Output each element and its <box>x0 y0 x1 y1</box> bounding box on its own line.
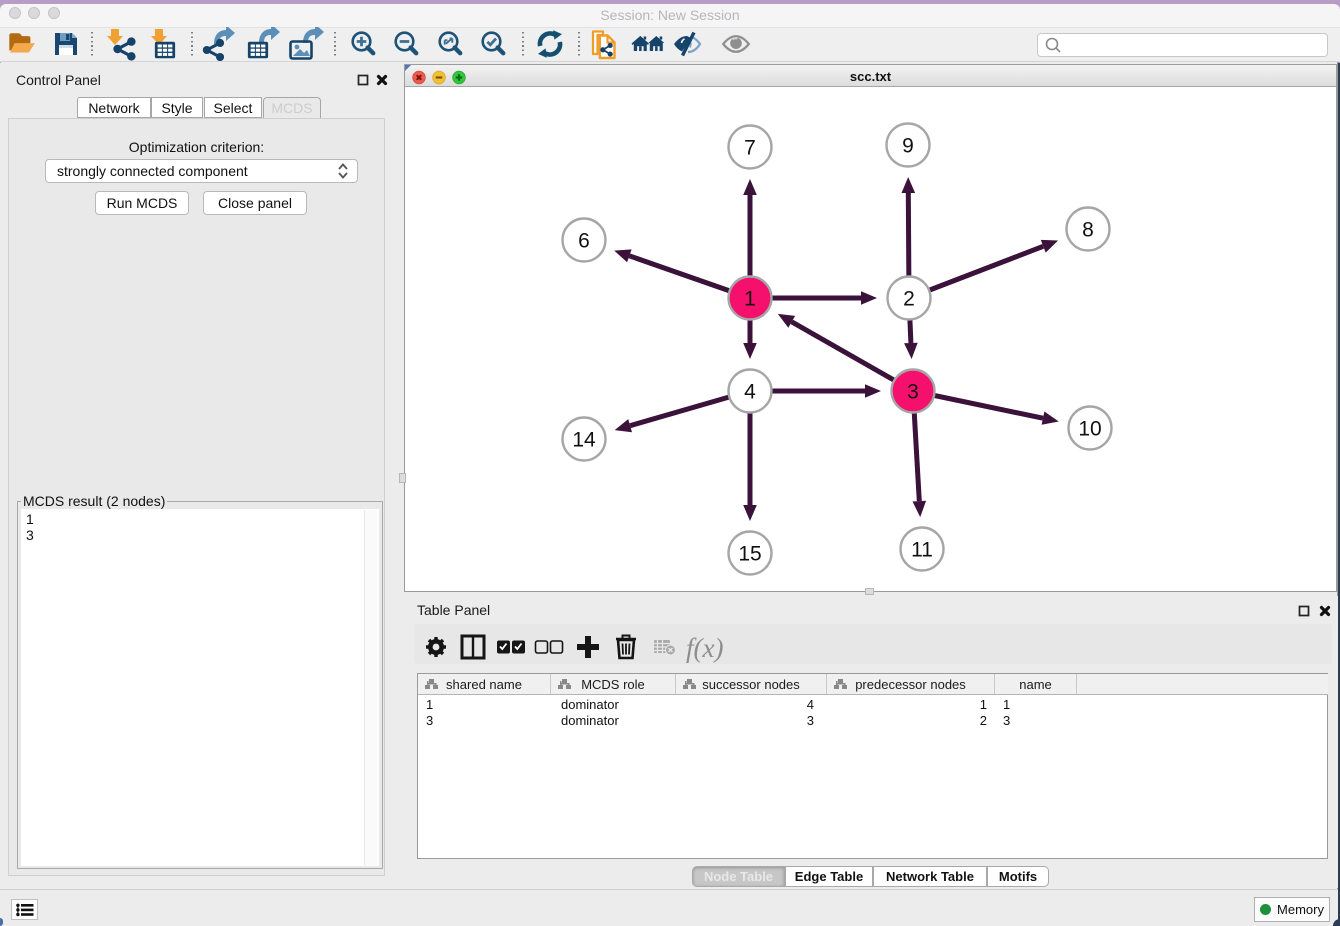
svg-text:1: 1 <box>744 288 756 311</box>
svg-text:3: 3 <box>907 381 919 404</box>
svg-text:15: 15 <box>738 543 761 566</box>
svg-text:6: 6 <box>578 230 590 253</box>
svg-text:4: 4 <box>744 381 756 404</box>
svg-text:2: 2 <box>903 288 915 311</box>
svg-text:14: 14 <box>572 429 596 452</box>
svg-text:10: 10 <box>1078 418 1101 441</box>
svg-text:f(x): f(x) <box>686 633 723 663</box>
svg-text:11: 11 <box>911 539 933 562</box>
svg-text:7: 7 <box>744 137 756 160</box>
svg-text:9: 9 <box>902 135 914 158</box>
svg-text:8: 8 <box>1082 219 1094 242</box>
